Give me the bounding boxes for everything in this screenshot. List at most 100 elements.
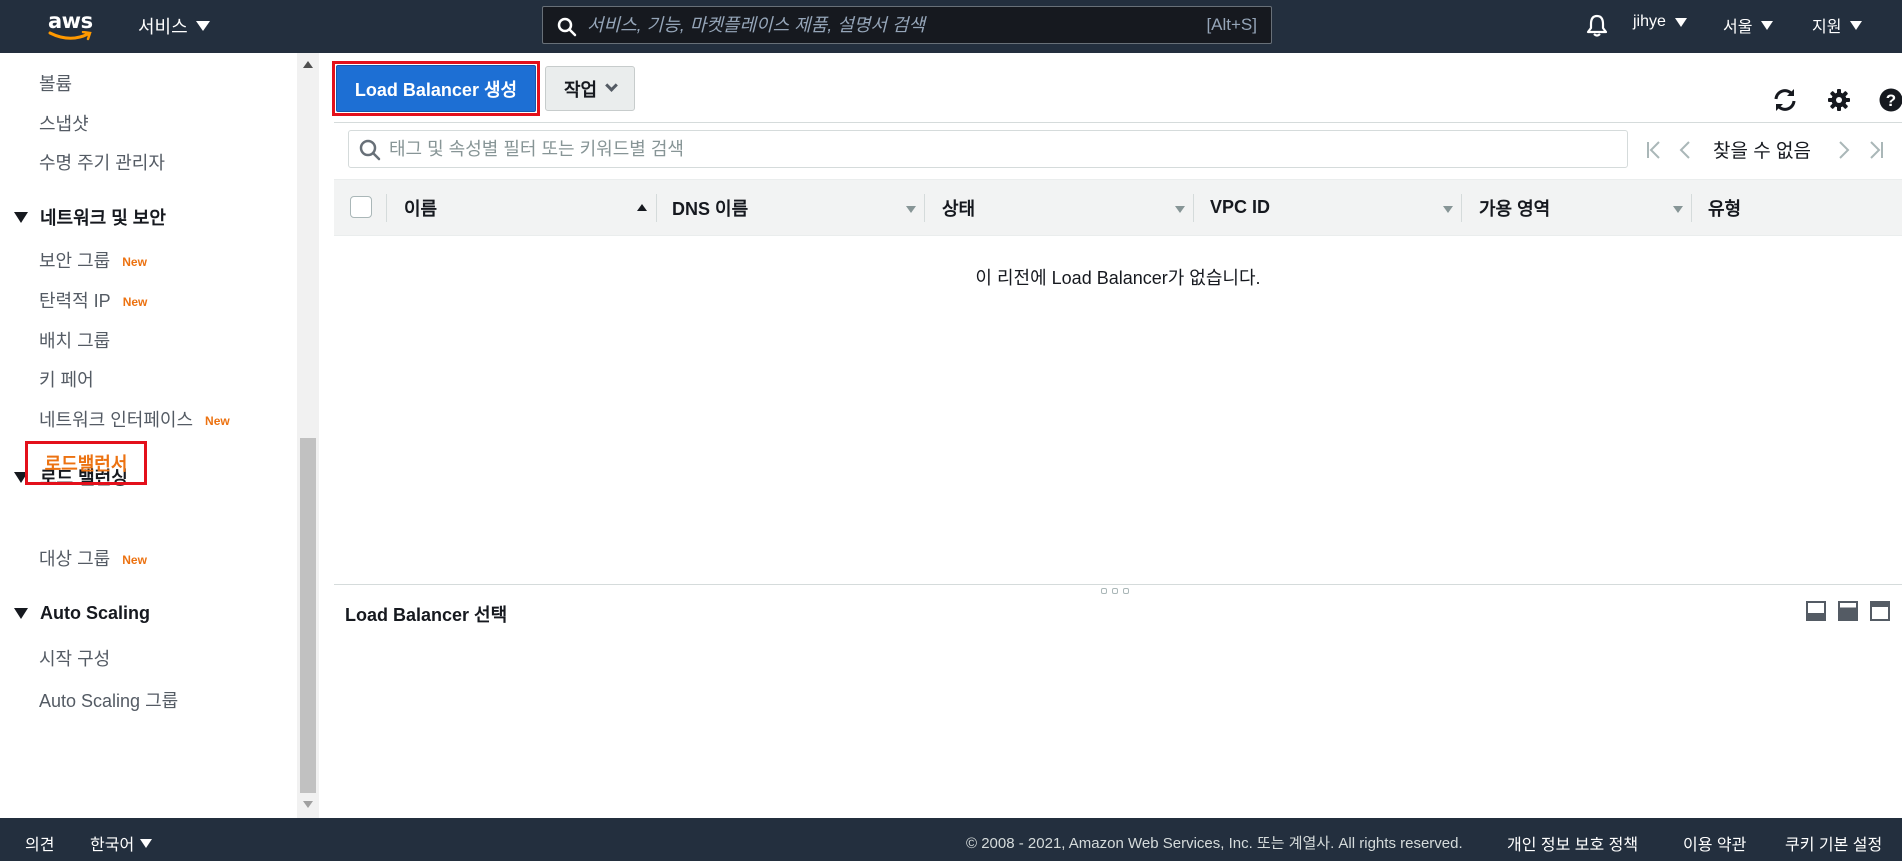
sidebar-item-key-pairs[interactable]: 키 페어 <box>39 366 94 392</box>
user-name: jihye <box>1633 13 1666 30</box>
svg-text:?: ? <box>1886 91 1896 110</box>
next-page-icon[interactable] <box>1837 140 1851 160</box>
region-name: 서울 <box>1723 19 1753 36</box>
scrollbar-thumb[interactable] <box>300 438 316 793</box>
sidebar-section-title: 네트워크 및 보안 <box>40 208 166 228</box>
region-menu[interactable]: 서울 <box>1723 13 1774 37</box>
column-label: DNS 이름 <box>672 198 749 219</box>
sort-toggle-icon <box>906 206 916 213</box>
sidebar-item-network-interfaces[interactable]: 네트워크 인터페이스 New <box>39 406 230 432</box>
collapse-triangle-icon <box>14 211 28 223</box>
top-navigation-bar: aws 서비스 [Alt+S] jihye 서울 지원 <box>0 0 1902 53</box>
resize-grip-icon[interactable] <box>1101 588 1137 596</box>
new-badge: New <box>122 553 147 568</box>
support-menu[interactable]: 지원 <box>1812 13 1863 37</box>
global-search-input[interactable] <box>587 11 1167 39</box>
select-all-checkbox[interactable] <box>350 196 372 218</box>
column-label: 상태 <box>942 198 976 219</box>
column-header-state[interactable]: 상태 <box>942 180 1192 235</box>
search-icon <box>557 17 577 37</box>
support-label: 지원 <box>1812 19 1842 36</box>
sidebar-item-label: 배치 그룹 <box>39 331 111 351</box>
new-badge: New <box>205 414 230 429</box>
column-header-name[interactable]: 이름 <box>404 180 654 235</box>
sort-toggle-icon <box>1175 206 1185 213</box>
previous-page-icon[interactable] <box>1678 140 1692 160</box>
sidebar-item-label: Auto Scaling 그룹 <box>39 691 179 711</box>
last-page-icon[interactable] <box>1867 140 1885 160</box>
sidebar-section-network-security[interactable]: 네트워크 및 보안 <box>14 204 166 230</box>
sort-ascending-icon <box>637 204 647 211</box>
gear-icon[interactable] <box>1827 88 1851 112</box>
caret-down-icon <box>1850 20 1863 30</box>
services-label: 서비스 <box>138 17 188 37</box>
global-search[interactable]: [Alt+S] <box>542 6 1272 44</box>
privacy-policy-link[interactable]: 개인 정보 보호 정책 <box>1507 831 1638 855</box>
toolbar-divider <box>334 122 1902 123</box>
filter-input[interactable] <box>389 135 1589 163</box>
sidebar-item-lifecycle-manager[interactable]: 수명 주기 관리자 <box>39 149 165 175</box>
scroll-up-arrow-icon[interactable] <box>303 61 313 68</box>
sidebar-item-security-groups[interactable]: 보안 그룹 New <box>39 247 147 273</box>
sidebar-item-volumes[interactable]: 볼륨 <box>39 70 72 96</box>
pane-splitter[interactable] <box>334 584 1902 585</box>
sidebar-item-label: 수명 주기 관리자 <box>39 153 165 173</box>
sidebar-item-elastic-ips[interactable]: 탄력적 IP New <box>39 287 147 313</box>
column-label: 유형 <box>1708 198 1742 219</box>
sidebar-item-label: 시작 구성 <box>39 649 111 669</box>
caret-down-icon <box>1761 20 1774 30</box>
column-label: VPC ID <box>1210 197 1271 217</box>
actions-dropdown-button[interactable]: 작업 <box>545 66 635 111</box>
aws-logo-text: aws <box>48 9 93 33</box>
column-header-dns-name[interactable]: DNS 이름 <box>672 180 922 235</box>
new-badge: New <box>122 295 148 310</box>
sidebar-item-placement-groups[interactable]: 배치 그룹 <box>39 327 110 353</box>
first-page-icon[interactable] <box>1645 140 1663 160</box>
aws-logo[interactable]: aws <box>48 9 94 43</box>
sidebar-item-load-balancers[interactable]: 로드밸런서 <box>25 441 147 485</box>
feedback-link[interactable]: 의견 <box>25 831 54 855</box>
sidebar-item-snapshots[interactable]: 스냅샷 <box>39 110 89 136</box>
notifications-button[interactable] <box>1586 13 1608 37</box>
column-header-type[interactable]: 유형 <box>1708 180 1888 235</box>
search-shortcut-hint: [Alt+S] <box>1206 15 1257 34</box>
create-load-balancer-button[interactable]: Load Balancer 생성 <box>336 65 536 112</box>
sidebar-item-target-groups[interactable]: 대상 그룹 New <box>39 545 147 571</box>
refresh-icon[interactable] <box>1771 88 1799 112</box>
sidebar-item-auto-scaling-groups[interactable]: Auto Scaling 그룹 <box>39 687 178 713</box>
chevron-down-icon <box>605 79 618 92</box>
sidebar-item-label: 볼륨 <box>39 74 73 94</box>
terms-link[interactable]: 이용 약관 <box>1683 831 1746 855</box>
filter-bar[interactable] <box>348 130 1628 168</box>
column-label: 가용 영역 <box>1479 198 1551 219</box>
layout-bottom-small-icon[interactable] <box>1806 601 1826 621</box>
user-menu[interactable]: jihye <box>1633 13 1687 31</box>
empty-table-message: 이 리전에 Load Balancer가 없습니다. <box>975 268 1261 288</box>
sidebar-item-label: 키 페어 <box>39 370 94 390</box>
column-divider <box>1193 194 1194 222</box>
layout-bottom-half-icon[interactable] <box>1838 601 1858 621</box>
sidebar-item-launch-configurations[interactable]: 시작 구성 <box>39 645 110 671</box>
sidebar-item-label: 네트워크 인터페이스 <box>39 410 194 430</box>
scroll-down-arrow-icon[interactable] <box>303 801 313 808</box>
sidebar-item-label: 탄력적 IP <box>39 291 111 311</box>
sidebar-item-label: 대상 그룹 <box>39 549 111 569</box>
sidebar-scrollbar[interactable] <box>297 53 319 818</box>
cookie-preferences-link[interactable]: 쿠키 기본 설정 <box>1785 831 1882 855</box>
services-menu[interactable]: 서비스 <box>138 13 210 39</box>
column-divider <box>386 194 387 222</box>
column-divider <box>1461 194 1462 222</box>
sidebar-item-label: 스냅샷 <box>39 114 89 134</box>
language-label: 한국어 <box>90 837 135 854</box>
sidebar-item-label: 보안 그룹 <box>39 251 111 271</box>
footer: 의견 한국어 © 2008 - 2021, Amazon Web Service… <box>0 818 1902 861</box>
help-icon[interactable]: ? <box>1878 87 1902 113</box>
language-selector[interactable]: 한국어 <box>90 831 153 855</box>
layout-full-icon[interactable] <box>1870 601 1890 621</box>
sort-toggle-icon <box>1673 206 1683 213</box>
table-header: 이름 DNS 이름 상태 VPC ID 가용 영역 유형 <box>334 179 1902 236</box>
copyright-text: © 2008 - 2021, Amazon Web Services, Inc.… <box>966 835 1463 852</box>
caret-down-icon <box>140 838 153 848</box>
column-header-vpc-id[interactable]: VPC ID <box>1210 180 1460 235</box>
sidebar-section-auto-scaling[interactable]: Auto Scaling <box>14 603 150 624</box>
